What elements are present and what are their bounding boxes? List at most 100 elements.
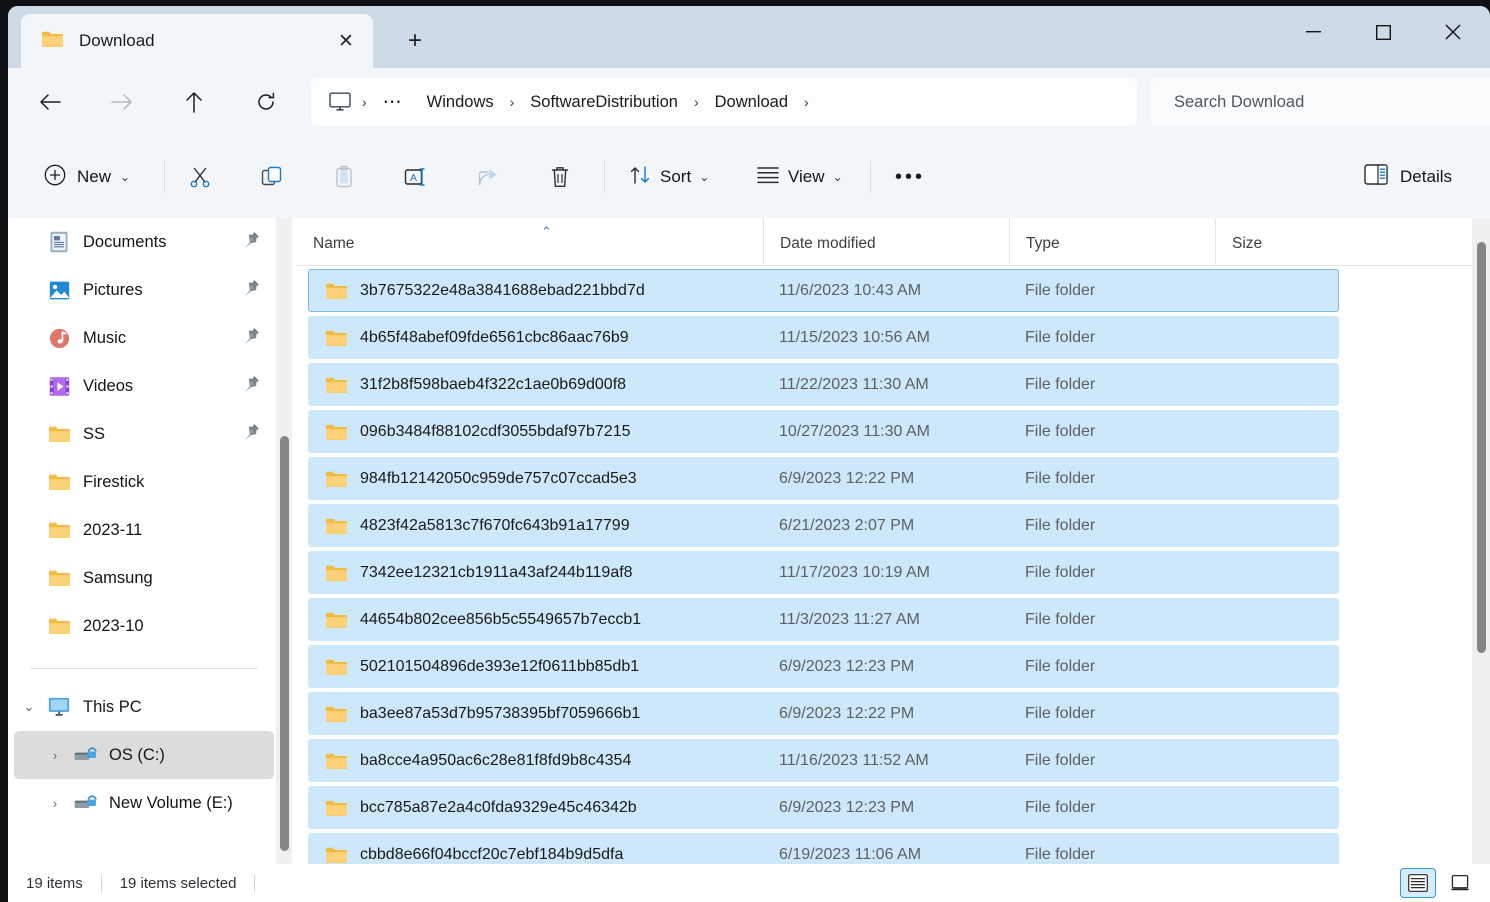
arrow-left-icon: [40, 94, 61, 110]
file-name-cell[interactable]: 502101504896de393e12f0611bb85db1: [297, 658, 763, 676]
file-name-label: 4b65f48abef09fde6561cbc86aac76b9: [360, 328, 629, 346]
sort-button[interactable]: Sort ⌄: [620, 156, 718, 198]
file-name-cell[interactable]: ba3ee87a53d7b95738395bf7059666b1: [297, 705, 763, 723]
refresh-button[interactable]: [244, 80, 288, 124]
file-name-cell[interactable]: ba8cce4a950ac6c28e81f8fd9b8c4354: [297, 752, 763, 770]
folder-icon: [325, 611, 347, 629]
details-view-toggle[interactable]: [1400, 868, 1436, 898]
expand-chevron-icon[interactable]: ›: [40, 748, 70, 763]
share-icon: [478, 169, 497, 186]
sidebar-item-music[interactable]: Music: [14, 314, 274, 362]
breadcrumb-item-download[interactable]: Download: [710, 93, 793, 112]
file-list-scrollbar-thumb[interactable]: [1477, 242, 1486, 653]
table-row[interactable]: 3b7675322e48a3841688ebad221bbd7d 11/6/202…: [297, 267, 1490, 314]
view-button[interactable]: View ⌄: [748, 156, 852, 198]
pictures-icon: [44, 280, 74, 301]
folder-icon: [325, 846, 347, 864]
table-row[interactable]: bcc785a87e2a4c0fda9329e45c46342b 6/9/2023…: [297, 784, 1490, 831]
table-row[interactable]: 096b3484f88102cdf3055bdaf97b7215 10/27/20…: [297, 408, 1490, 455]
up-button[interactable]: [172, 80, 216, 124]
pin-icon[interactable]: [244, 423, 260, 445]
table-row[interactable]: 31f2b8f598baeb4f322c1ae0b69d00f8 11/22/20…: [297, 361, 1490, 408]
file-name-label: bcc785a87e2a4c0fda9329e45c46342b: [360, 798, 637, 816]
details-pane-button[interactable]: Details: [1354, 156, 1462, 198]
pin-icon: [245, 327, 260, 344]
pin-icon[interactable]: [244, 231, 260, 253]
new-button[interactable]: New ⌄: [34, 156, 140, 198]
file-name-cell[interactable]: 984fb12142050c959de757c07ccad5e3: [297, 470, 763, 488]
sidebar-item-firestick[interactable]: Firestick: [14, 458, 274, 506]
file-name-cell[interactable]: 4b65f48abef09fde6561cbc86aac76b9: [297, 329, 763, 347]
new-tab-button[interactable]: +: [396, 24, 434, 58]
breadcrumb-item-windows[interactable]: Windows: [422, 93, 499, 112]
this-pc-icon[interactable]: [311, 92, 351, 112]
table-row[interactable]: ba3ee87a53d7b95738395bf7059666b1 6/9/2023…: [297, 690, 1490, 737]
file-name-cell[interactable]: 31f2b8f598baeb4f322c1ae0b69d00f8: [297, 376, 763, 394]
file-name-cell[interactable]: 44654b802cee856b5c5549657b7eccb1: [297, 611, 763, 629]
sidebar-item-ss[interactable]: SS: [14, 410, 274, 458]
table-row[interactable]: 502101504896de393e12f0611bb85db1 6/9/2023…: [297, 643, 1490, 690]
pin-icon[interactable]: [244, 327, 260, 349]
file-name-label: 44654b802cee856b5c5549657b7eccb1: [360, 610, 642, 628]
folder-icon: [325, 423, 347, 441]
sidebar-tree-item-os-c-[interactable]: › OS (C:): [14, 731, 274, 779]
file-name-cell[interactable]: bcc785a87e2a4c0fda9329e45c46342b: [297, 799, 763, 817]
close-tab-button[interactable]: ✕: [331, 26, 361, 56]
arrow-up-icon: [186, 92, 202, 113]
navigation-pane[interactable]: Documents Pictures Music Videos SS Firestick 2…: [8, 218, 280, 870]
pin-icon[interactable]: [244, 279, 260, 301]
details-pane-icon: [1364, 164, 1388, 190]
date-modified-cell: 6/9/2023 12:22 PM: [779, 704, 915, 722]
minimize-button[interactable]: [1278, 6, 1348, 58]
rename-icon: A: [404, 168, 425, 186]
delete-button[interactable]: [538, 156, 582, 198]
column-header-size[interactable]: Size: [1215, 218, 1355, 265]
maximize-button[interactable]: [1348, 6, 1418, 58]
sidebar-tree-item-this-pc[interactable]: ⌄ This PC: [14, 683, 274, 731]
table-row[interactable]: 984fb12142050c959de757c07ccad5e3 6/9/2023…: [297, 455, 1490, 502]
sidebar-scrollbar-thumb[interactable]: [280, 436, 289, 851]
file-name-cell[interactable]: cbbd8e66f04bccf20c7ebf184b9d5dfa: [297, 846, 763, 864]
column-header-type[interactable]: Type: [1009, 218, 1215, 265]
sidebar-item-2023-11[interactable]: 2023-11: [14, 506, 274, 554]
large-icons-view-toggle[interactable]: [1442, 868, 1478, 898]
sidebar-item-2023-10[interactable]: 2023-10: [14, 602, 274, 650]
breadcrumb-overflow[interactable]: ⋯: [378, 91, 408, 114]
new-button-label: New: [77, 167, 112, 186]
cut-button[interactable]: [178, 156, 222, 198]
sidebar-tree-item-new-volume-e-[interactable]: › New Volume (E:): [14, 779, 274, 827]
rename-button[interactable]: A: [394, 156, 438, 198]
pin-icon[interactable]: [244, 375, 260, 397]
breadcrumb[interactable]: › ⋯ › Windows › SoftwareDistribution › D…: [311, 78, 1137, 126]
type-cell: File folder: [1025, 281, 1096, 299]
expand-chevron-icon[interactable]: ›: [40, 796, 70, 811]
more-options-button[interactable]: •••: [886, 156, 934, 198]
copy-button[interactable]: [250, 156, 294, 198]
tab-download[interactable]: Download ✕: [21, 14, 373, 68]
back-button[interactable]: [28, 80, 72, 124]
file-name-cell[interactable]: 3b7675322e48a3841688ebad221bbd7d: [297, 282, 763, 300]
sort-icon: [629, 164, 651, 191]
table-row[interactable]: ba8cce4a950ac6c28e81f8fd9b8c4354 11/16/20…: [297, 737, 1490, 784]
sidebar-item-videos[interactable]: Videos: [14, 362, 274, 410]
table-row[interactable]: 44654b802cee856b5c5549657b7eccb1 11/3/202…: [297, 596, 1490, 643]
file-name-cell[interactable]: 4823f42a5813c7f670fc643b91a17799: [297, 517, 763, 535]
search-input[interactable]: Search Download: [1151, 78, 1490, 126]
table-row[interactable]: 7342ee12321cb1911a43af244b119af8 11/17/20…: [297, 549, 1490, 596]
sidebar-item-samsung[interactable]: Samsung: [14, 554, 274, 602]
pin-icon: [245, 231, 260, 248]
sidebar-item-pictures[interactable]: Pictures: [14, 266, 274, 314]
expand-chevron-icon[interactable]: ⌄: [14, 699, 44, 715]
breadcrumb-item-softwaredistribution[interactable]: SoftwareDistribution: [525, 93, 683, 112]
file-name-cell[interactable]: 7342ee12321cb1911a43af244b119af8: [297, 564, 763, 582]
table-row[interactable]: 4823f42a5813c7f670fc643b91a17799 6/21/202…: [297, 502, 1490, 549]
type-cell: File folder: [1025, 610, 1096, 628]
date-modified-cell: 6/21/2023 2:07 PM: [779, 516, 915, 534]
status-divider: [254, 874, 256, 892]
file-name-cell[interactable]: 096b3484f88102cdf3055bdaf97b7215: [297, 423, 763, 441]
close-window-button[interactable]: [1418, 6, 1488, 58]
column-header-date-modified[interactable]: Date modified: [763, 218, 1009, 265]
table-row[interactable]: 4b65f48abef09fde6561cbc86aac76b9 11/15/20…: [297, 314, 1490, 361]
column-header-name[interactable]: Name ⌃: [297, 218, 763, 265]
sidebar-item-documents[interactable]: Documents: [14, 218, 274, 266]
